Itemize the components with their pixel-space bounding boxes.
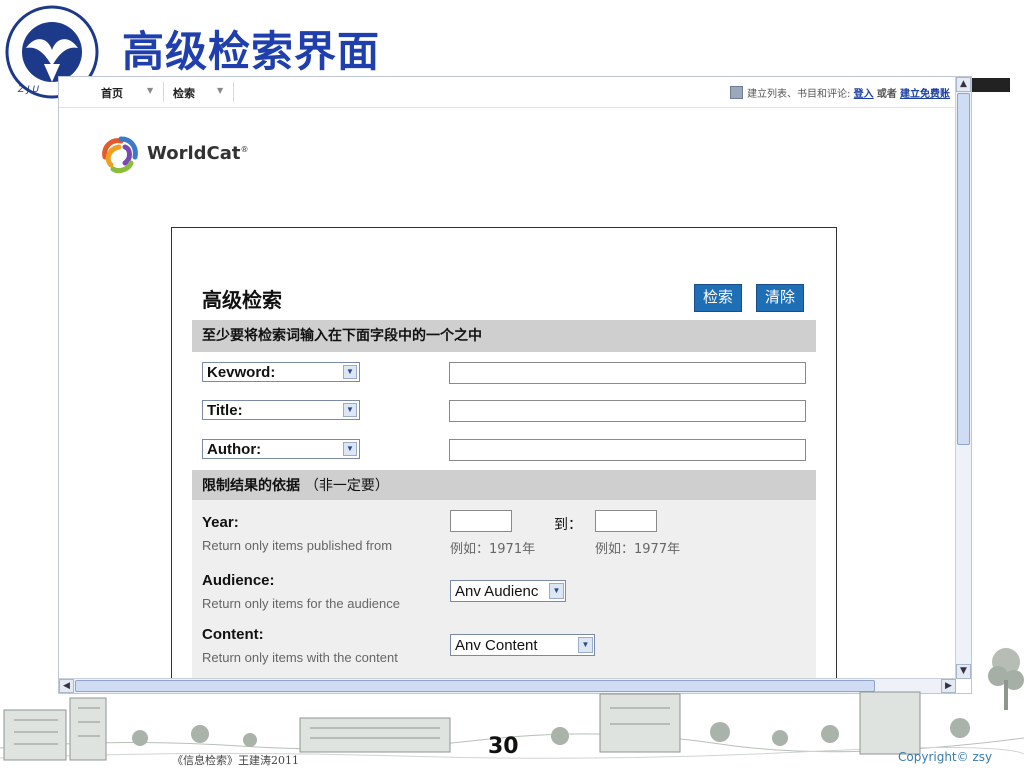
nav-divider <box>233 82 234 102</box>
limits-section-title: 限制结果的依据 <box>202 478 300 494</box>
login-link[interactable]: 登入 <box>854 89 874 100</box>
audience-select[interactable]: Anv Audienc ▼ <box>450 580 566 602</box>
year-from-input[interactable] <box>450 510 512 532</box>
limits-section-note: （非一定要） <box>304 478 389 494</box>
page-number: 30 <box>488 734 519 759</box>
slide-title: 高级检索界面 <box>122 27 381 76</box>
list-icon <box>730 86 744 99</box>
title-input[interactable] <box>449 400 806 422</box>
worldcat-logo[interactable]: WorldCat® <box>99 135 248 175</box>
limits-area: Year: Return only items published from 到… <box>192 500 816 693</box>
limits-section-header: 限制结果的依据 （非一定要） <box>192 470 816 502</box>
copyright-text: Copyright© zsy <box>898 750 993 764</box>
author-input[interactable] <box>449 439 806 461</box>
nav-home[interactable]: 首页 <box>101 85 123 101</box>
field-select-keyword-value: Kevword: <box>207 364 276 381</box>
vertical-scrollbar[interactable]: ▲ ▼ <box>955 77 971 679</box>
content-label: Content: <box>202 626 264 643</box>
vertical-scroll-thumb[interactable] <box>957 93 970 445</box>
account-or: 或者 <box>876 89 897 100</box>
advanced-search-title: 高级检索 <box>202 288 282 312</box>
field-select-title[interactable]: Title: ▼ <box>202 400 360 420</box>
field-select-author[interactable]: Author: ▼ <box>202 439 360 459</box>
content-hint: Return only items with the content <box>202 650 398 665</box>
scroll-down-icon[interactable]: ▼ <box>956 664 971 679</box>
signup-link[interactable]: 建立免费账 <box>900 89 950 100</box>
audience-label: Audience: <box>202 572 275 589</box>
worldcat-logo-icon <box>102 136 138 174</box>
dropdown-arrow-icon[interactable]: ▼ <box>343 365 357 379</box>
account-prefix: 建立列表、书目和评论: <box>747 89 851 100</box>
audience-hint: Return only items for the audience <box>202 596 400 611</box>
dropdown-arrow-icon[interactable]: ▼ <box>343 442 357 456</box>
year-to-label: 到： <box>554 517 582 533</box>
year-label: Year: <box>202 514 239 531</box>
svg-text:Z J U: Z J U <box>17 85 40 95</box>
worldcat-brand: WorldCat® <box>147 143 249 164</box>
field-select-title-value: Title: <box>207 402 243 419</box>
account-links: 建立列表、书目和评论: 登入 或者 建立免费账 <box>730 85 950 100</box>
dropdown-arrow-icon[interactable]: ▼ <box>549 583 564 599</box>
dropdown-arrow-icon[interactable]: ▼ <box>578 637 593 653</box>
year-to-input[interactable] <box>595 510 657 532</box>
dropdown-arrow-icon[interactable]: ▼ <box>343 403 357 417</box>
browser-window: 首页 ▼ 检索 ▼ 建立列表、书目和评论: 登入 或者 建立免费账 WorldC… <box>58 76 972 694</box>
window-corner-tab <box>972 78 1010 92</box>
audience-select-value: Anv Audienc <box>455 583 539 600</box>
content-select[interactable]: Anv Content ▼ <box>450 634 595 656</box>
scroll-up-icon[interactable]: ▲ <box>956 77 971 92</box>
content-select-value: Anv Content <box>455 637 538 654</box>
top-navigation: 首页 ▼ 检索 ▼ 建立列表、书目和评论: 登入 或者 建立免费账 <box>59 77 956 108</box>
clear-button[interactable]: 清除 <box>756 284 805 312</box>
nav-divider <box>163 82 164 102</box>
chevron-down-icon[interactable]: ▼ <box>147 86 153 95</box>
footer-credit: 《信息检索》王建涛2011 <box>172 754 299 767</box>
keyword-input[interactable] <box>449 362 806 384</box>
year-from-example: 例如：1971年 <box>450 542 536 557</box>
nav-search[interactable]: 检索 <box>173 85 195 101</box>
required-section-header: 至少要将检索词输入在下面字段中的一个之中 <box>192 320 816 352</box>
year-to-example: 例如：1977年 <box>595 542 681 557</box>
chevron-down-icon[interactable]: ▼ <box>217 86 223 95</box>
search-button[interactable]: 检索 <box>694 284 743 312</box>
tree-illustration <box>988 648 1024 710</box>
field-select-keyword[interactable]: Kevword: ▼ <box>202 362 360 382</box>
advanced-search-panel: 高级检索 检索 清除 至少要将检索词输入在下面字段中的一个之中 Kevword:… <box>171 227 837 693</box>
year-hint: Return only items published from <box>202 538 393 553</box>
field-select-author-value: Author: <box>207 441 262 458</box>
